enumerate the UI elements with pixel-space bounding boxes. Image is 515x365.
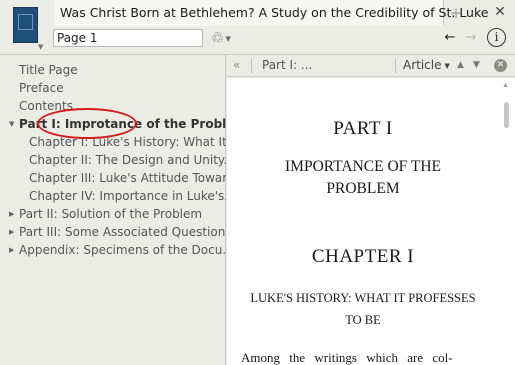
reader-header: « Part I: ... Article ▼ ▲ ▼ ✕ — [227, 55, 515, 77]
scrollbar-thumb[interactable] — [504, 102, 509, 128]
chevron-down-icon: ▼ — [444, 61, 450, 70]
toc-item-label: Chapter II: The Design and Unity... — [29, 153, 226, 167]
info-icon[interactable]: i — [487, 28, 506, 47]
toc-item-chapter-1[interactable]: Chapter I: Luke's History: What It... — [0, 133, 226, 151]
toc-item-chapter-3[interactable]: Chapter III: Luke's Attitude Towar... — [0, 169, 226, 187]
view-mode-label: Article — [403, 58, 442, 72]
chapter-title: LUKE'S HISTORY: WHAT IT PROFESSES TO BE — [250, 291, 476, 327]
toc-item-label: Part III: Some Associated Questions — [19, 225, 226, 239]
document-tab[interactable]: Was Christ Born at Bethlehem? A Study on… — [54, 0, 488, 26]
previous-arrow-icon[interactable]: ▲ — [457, 55, 464, 75]
toc-item-label: Chapter I: Luke's History: What It... — [29, 135, 226, 149]
toc-item-label: Chapter III: Luke's Attitude Towar... — [29, 171, 226, 185]
scroll-up-arrow-icon[interactable]: ▲ — [502, 81, 509, 89]
expanded-arrow-icon[interactable]: ▼ — [9, 115, 14, 133]
toc-item-label: Title Page — [19, 63, 78, 77]
collapsed-arrow-icon[interactable]: ▶ — [9, 205, 14, 223]
toc-item-part-2[interactable]: ▶ Part II: Solution of the Problem — [0, 205, 226, 223]
toc-item-label: Chapter IV: Importance in Luke's... — [29, 189, 226, 203]
toc-item-part-1[interactable]: ▼ Part I: Improtance of the Problem — [0, 115, 226, 133]
top-toolbar: ▼ Was Christ Born at Bethlehem? A Study … — [0, 0, 515, 55]
toc-item-label: Contents — [19, 99, 73, 113]
chevron-down-icon: ▼ — [225, 34, 231, 43]
annotations-icon: ♲ — [211, 29, 225, 47]
next-arrow-icon[interactable]: ▼ — [473, 55, 480, 75]
toc-item-part-3[interactable]: ▶ Part III: Some Associated Questions — [0, 223, 226, 241]
collapsed-arrow-icon[interactable]: ▶ — [9, 241, 14, 259]
page-input[interactable] — [53, 29, 203, 47]
reader-page: ▲ PART I IMPORTANCE OF THE PROBLEM CHAPT… — [227, 78, 515, 365]
body-text: Among the writings which are col- — [241, 350, 453, 365]
toc-item-title-page[interactable]: Title Page — [0, 61, 226, 79]
collapsed-arrow-icon[interactable]: ▶ — [9, 223, 14, 241]
toc-item-chapter-2[interactable]: Chapter II: The Design and Unity... — [0, 151, 226, 169]
toc-item-label: Preface — [19, 81, 64, 95]
part-title: IMPORTANCE OF THE PROBLEM — [285, 158, 441, 197]
back-arrow-icon[interactable]: ← — [442, 30, 458, 46]
annotations-button[interactable]: ♲▼ — [211, 28, 237, 48]
current-section-label: Part I: ... — [262, 58, 313, 72]
book-cover-thumbnail[interactable] — [13, 7, 38, 43]
toc-item-appendix[interactable]: ▶ Appendix: Specimens of the Docu... — [0, 241, 226, 259]
toc-item-preface[interactable]: Preface — [0, 79, 226, 97]
divider — [395, 59, 396, 73]
new-tab-button[interactable]: + — [446, 4, 466, 22]
toc-item-label: Part II: Solution of the Problem — [19, 207, 203, 221]
collapse-sidebar-icon[interactable]: « — [233, 55, 240, 75]
cover-dropdown-icon[interactable]: ▼ — [38, 43, 43, 51]
part-heading: PART I — [333, 118, 393, 139]
divider — [251, 59, 252, 73]
close-reader-icon[interactable]: ✕ — [494, 59, 507, 72]
forward-arrow-icon[interactable]: → — [463, 30, 479, 46]
chapter-heading: CHAPTER I — [311, 246, 415, 267]
close-window-button[interactable]: ✕ — [489, 2, 511, 22]
table-of-contents: Title Page Preface Contents ▼ Part I: Im… — [0, 55, 226, 365]
toc-item-chapter-4[interactable]: Chapter IV: Importance in Luke's... — [0, 187, 226, 205]
toc-item-label: Appendix: Specimens of the Docu... — [19, 243, 226, 257]
toc-item-contents[interactable]: Contents — [0, 97, 226, 115]
view-mode-select[interactable]: Article ▼ — [403, 55, 450, 76]
toc-item-label: Part I: Improtance of the Problem — [19, 117, 226, 131]
